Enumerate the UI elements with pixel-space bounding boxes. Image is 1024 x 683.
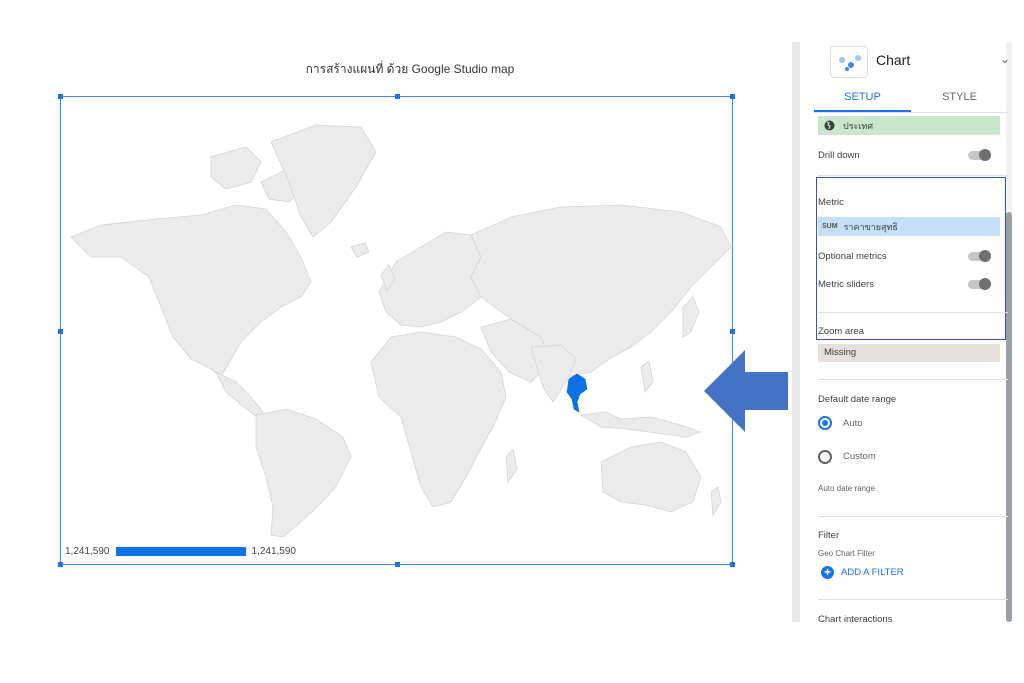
australia-land <box>600 441 702 513</box>
south-america-land <box>255 408 352 538</box>
chart-type-selector[interactable]: Chart ⌄ <box>820 46 1010 78</box>
tab-style[interactable]: STYLE <box>911 86 1008 112</box>
divider <box>818 312 1008 313</box>
zoom-area-label: Zoom area <box>818 326 864 337</box>
chevron-down-icon[interactable]: ⌄ <box>1000 52 1010 66</box>
report-title: การสร้างแผนที่ ด้วย Google Studio map <box>305 62 515 76</box>
filter-label: Filter <box>818 530 840 541</box>
highlighted-country-thailand <box>566 373 588 413</box>
date-range-auto-radio[interactable] <box>818 416 832 430</box>
japan-land <box>682 296 700 338</box>
philippines-land <box>640 360 654 393</box>
geo-chart-filter-label: Geo Chart Filter <box>818 549 875 558</box>
divider <box>818 516 1008 517</box>
new-zealand-land <box>710 486 722 517</box>
plus-circle-icon: + <box>821 566 834 579</box>
legend-gradient-bar <box>115 546 246 556</box>
zoom-area-chip[interactable]: Missing <box>818 344 1000 362</box>
optional-metrics-label: Optional metrics <box>818 251 887 262</box>
legend-min-value: 1,241,590 <box>65 545 110 557</box>
chart-interactions-label: Chart interactions <box>818 614 893 622</box>
tab-setup[interactable]: SETUP <box>814 86 911 112</box>
north-america-land <box>70 204 312 378</box>
africa-land <box>370 331 507 508</box>
indonesia-land <box>579 411 703 438</box>
divider <box>818 175 1008 176</box>
date-range-auto-label: Auto <box>843 418 863 429</box>
drill-down-toggle[interactable] <box>968 149 991 161</box>
add-filter-label: ADD A FILTER <box>841 567 904 578</box>
metric-section-label: Metric <box>818 197 844 208</box>
color-legend: 1,241,590 1,241,590 <box>65 544 296 558</box>
metric-chip[interactable]: SUM ราคาขายสุทธิ <box>818 217 1000 236</box>
dimension-chip[interactable]: ประเทศ <box>818 116 1000 135</box>
metric-aggregation[interactable]: SUM <box>822 223 838 230</box>
central-america-land <box>215 371 264 418</box>
divider <box>818 379 1008 380</box>
optional-metrics-toggle[interactable] <box>968 250 991 262</box>
metric-field: ราคาขายสุทธิ <box>843 221 898 232</box>
properties-panel: Chart ⌄ SETUP STYLE ประเทศ Drill down Me… <box>792 42 1012 622</box>
divider <box>818 599 1008 600</box>
date-range-custom-radio[interactable] <box>818 450 832 464</box>
iceland-land <box>350 242 370 258</box>
chart-type-label: Chart <box>876 52 911 68</box>
legend-max-value: 1,241,590 <box>251 545 297 557</box>
date-range-custom-label: Custom <box>843 451 876 462</box>
madagascar-land <box>505 448 518 484</box>
dimension-label: ประเทศ <box>843 120 874 131</box>
metric-sliders-toggle[interactable] <box>968 278 991 290</box>
pointer-arrow-icon <box>704 350 788 432</box>
drill-down-label: Drill down <box>818 150 860 161</box>
metric-sliders-label: Metric sliders <box>818 279 874 290</box>
world-map <box>70 124 732 538</box>
geo-chart-icon <box>830 46 868 78</box>
panel-scroll-thumb[interactable] <box>1006 212 1012 622</box>
arctic-islands-land <box>210 146 262 190</box>
globe-icon <box>824 120 835 131</box>
panel-tabs: SETUP STYLE <box>814 86 1008 113</box>
date-range-hint: Auto date range <box>818 484 875 493</box>
date-range-label: Default date range <box>818 394 897 405</box>
add-filter-button[interactable]: + ADD A FILTER <box>821 566 904 579</box>
geo-chart[interactable]: 1,241,590 1,241,590 <box>58 94 735 567</box>
